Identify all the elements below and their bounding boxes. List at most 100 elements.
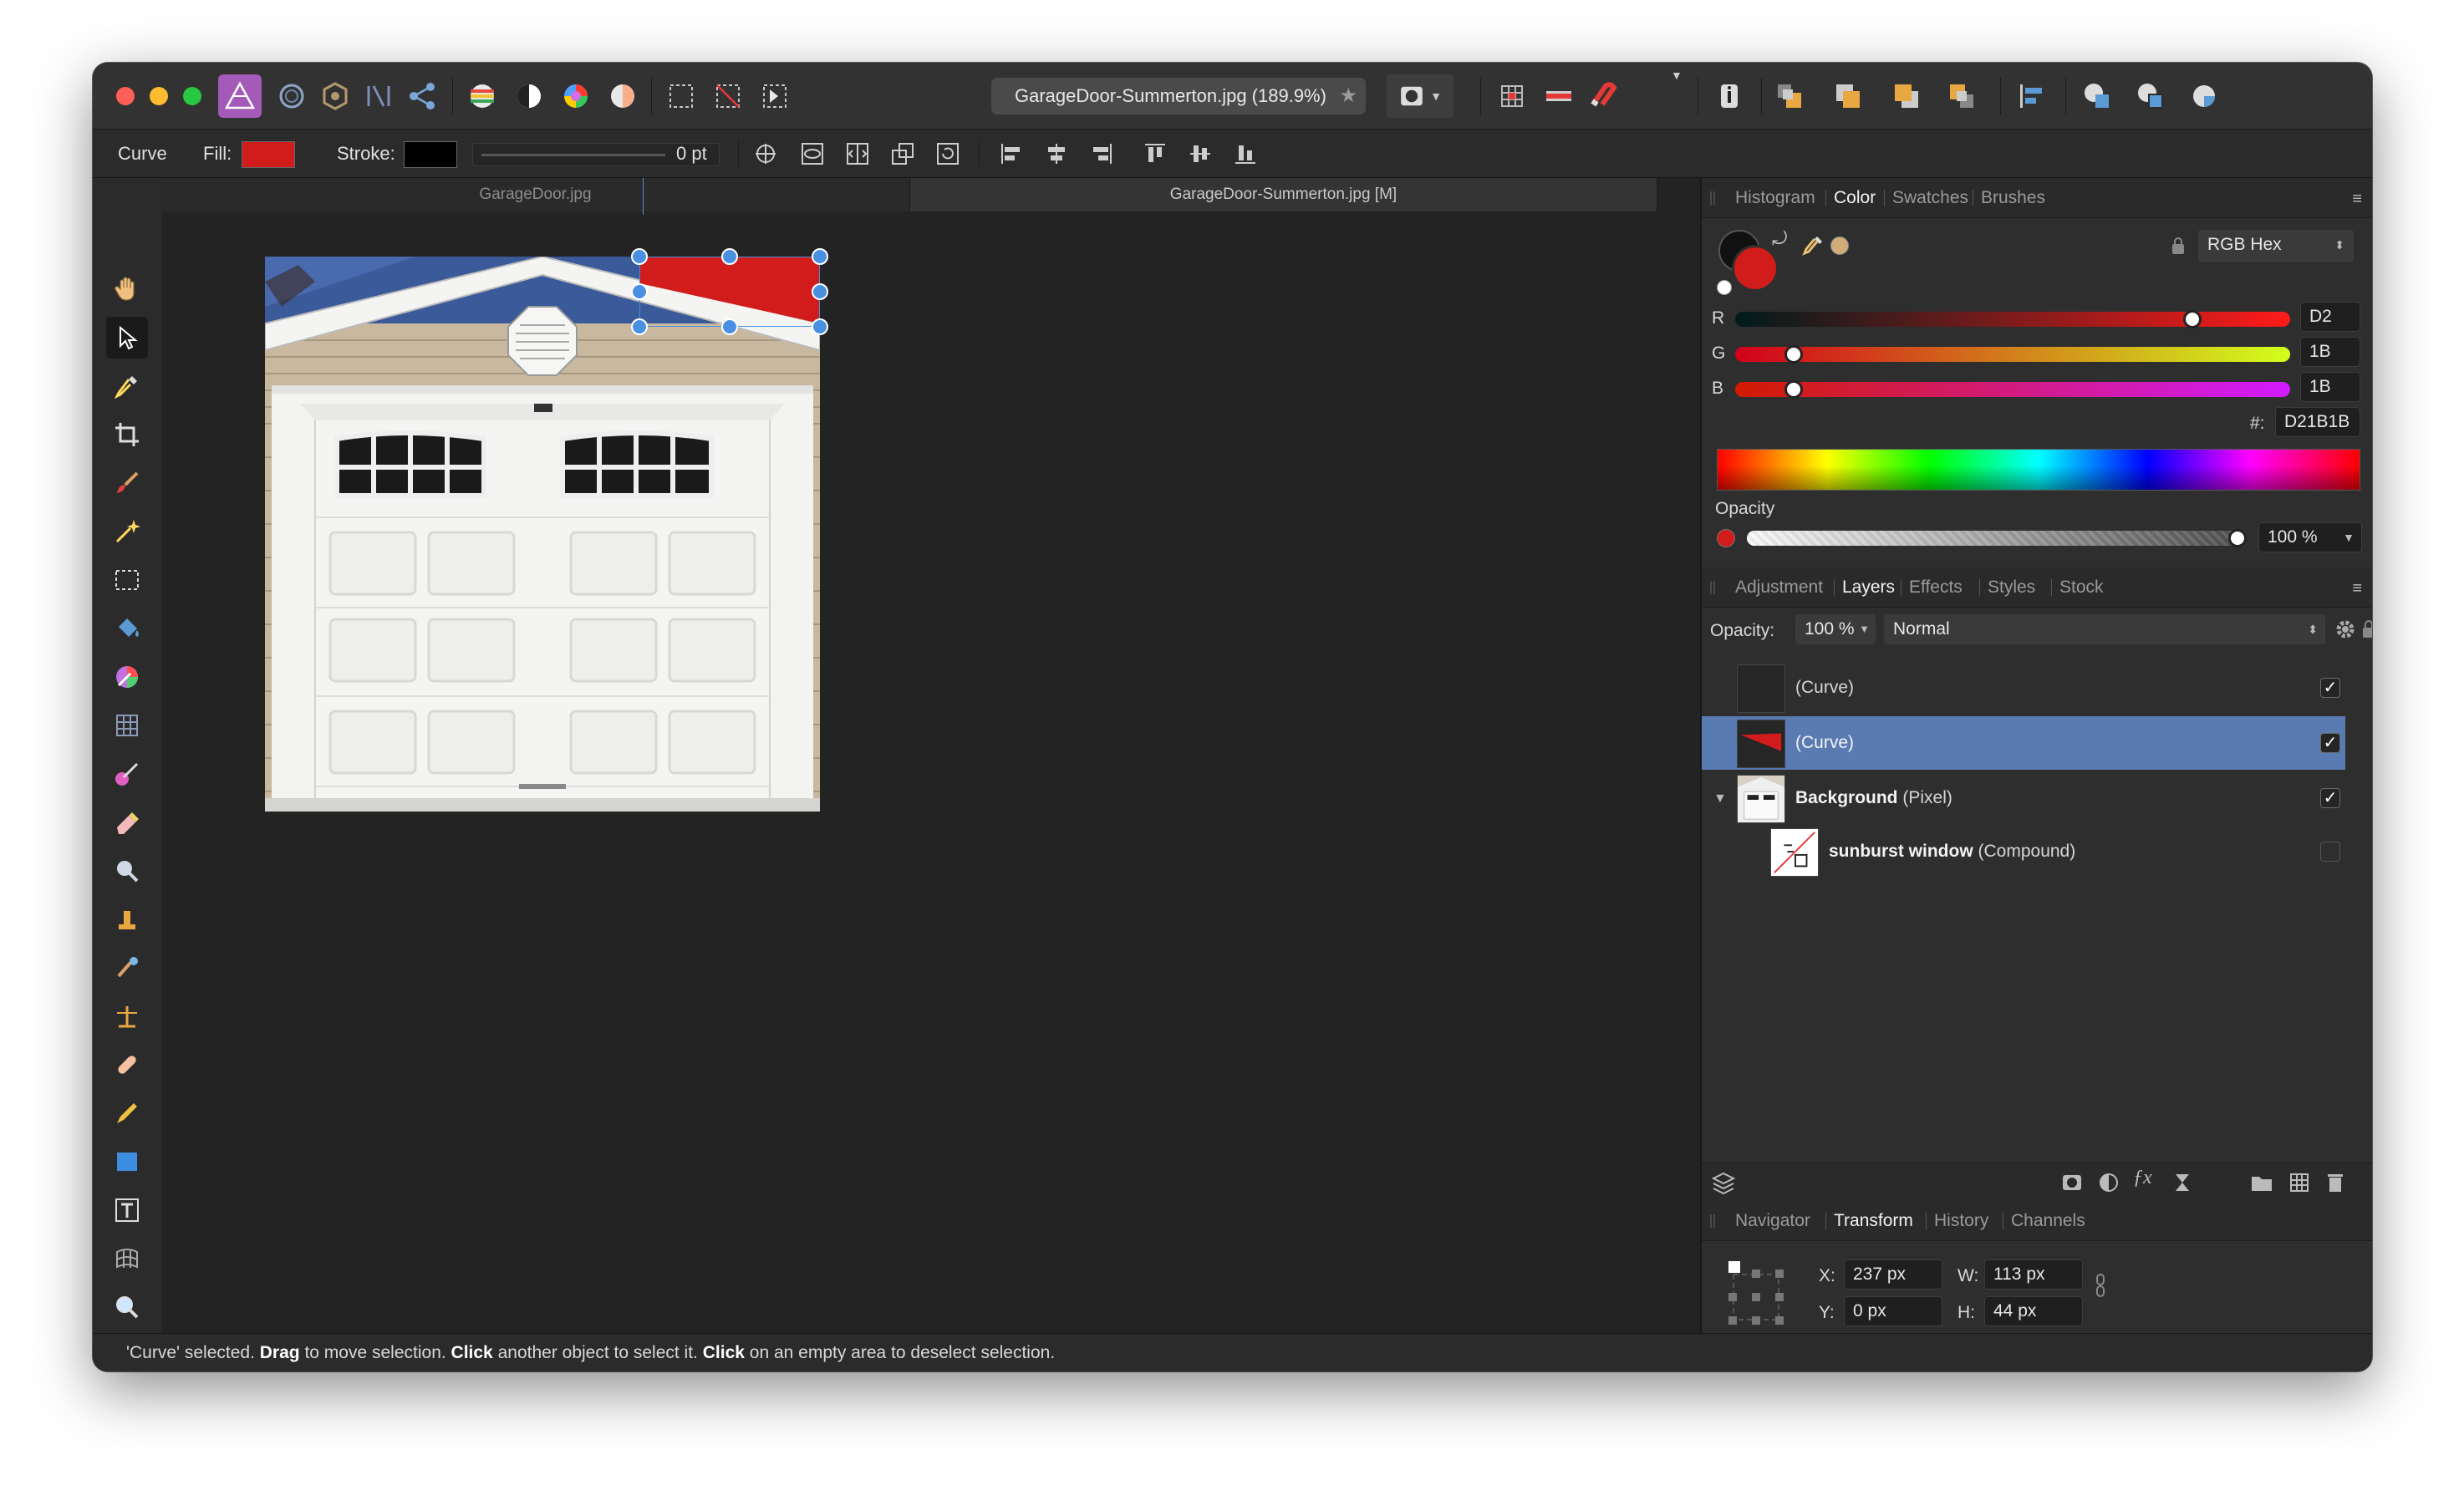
boolean-intersect-icon[interactable] (2182, 74, 2226, 118)
show-hide-icon[interactable] (797, 138, 828, 170)
align-top-icon[interactable] (1139, 138, 1171, 170)
boolean-subtract-icon[interactable] (2129, 74, 2172, 118)
snapping-magnet-icon[interactable] (1581, 74, 1624, 118)
blue-slider[interactable] (1735, 382, 2290, 397)
boolean-add-icon[interactable] (2075, 74, 2119, 118)
tab-navigator[interactable]: Navigator (1735, 1201, 1810, 1241)
opacity-value-field[interactable]: 100 % ▼ (2258, 522, 2362, 552)
blend-mode-select[interactable]: Normal ⬍ (1884, 614, 2325, 644)
mesh-warp-tool-icon[interactable] (106, 1238, 148, 1280)
clone-tool-icon[interactable] (106, 898, 148, 940)
y-field[interactable]: 0 px (1844, 1296, 1942, 1326)
selection-handle[interactable] (812, 283, 828, 300)
transform-origin-icon[interactable] (750, 138, 781, 170)
selection-bounding-box[interactable] (639, 257, 820, 327)
rectangle-tool-icon[interactable] (106, 1141, 148, 1183)
flood-fill-tool-icon[interactable] (106, 608, 148, 649)
panel-menu-icon[interactable]: ≡ (2352, 579, 2362, 598)
tone-mapping-persona-icon[interactable] (357, 74, 400, 118)
develop-persona-icon[interactable] (313, 74, 357, 118)
blue-value-field[interactable]: 1B (2300, 372, 2360, 402)
color-wheel-icon[interactable] (461, 74, 504, 118)
selection-brush-tool-icon[interactable] (106, 511, 148, 552)
smudge-tool-icon[interactable] (106, 753, 148, 795)
hand-tool-icon[interactable] (106, 268, 148, 310)
zoom-window-button[interactable] (183, 87, 201, 105)
layer-opacity-field[interactable]: 100 % ▼ (1795, 614, 1876, 644)
lock-icon[interactable] (2362, 619, 2372, 639)
selection-handle[interactable] (631, 248, 648, 265)
red-value-field[interactable]: D2 (2300, 302, 2360, 332)
align-right-icon[interactable] (1086, 138, 1117, 170)
gradient-tool-icon[interactable] (106, 656, 148, 698)
hex-value-field[interactable]: D21B1B (2275, 407, 2360, 437)
marquee-selection-icon[interactable] (659, 74, 703, 118)
primary-color-circle[interactable] (1732, 245, 1779, 292)
tab-channels[interactable]: Channels (2011, 1201, 2085, 1241)
flip-horizontal-icon[interactable] (842, 138, 873, 170)
info-icon[interactable] (1708, 74, 1751, 118)
anchor-point-selector[interactable] (1727, 1259, 1794, 1326)
panel-grip-icon[interactable] (1710, 191, 1715, 205)
invert-selection-icon[interactable] (753, 74, 797, 118)
snapping-dropdown-arrow[interactable]: ▼ (1671, 63, 1683, 99)
paint-brush-tool-icon[interactable] (106, 462, 148, 504)
selection-handle[interactable] (721, 248, 738, 265)
selection-handle[interactable] (631, 283, 648, 300)
panel-grip-icon[interactable] (1710, 1214, 1715, 1228)
color-mode-select[interactable]: RGB Hex ⬍ (2198, 230, 2354, 262)
selection-handle[interactable] (721, 318, 738, 335)
canvas-area[interactable]: GarageDoor.jpg GarageDoor-Summerton.jpg … (161, 178, 1700, 1333)
rectangular-marquee-tool-icon[interactable] (106, 559, 148, 601)
zoom-tool-icon[interactable] (106, 1286, 148, 1328)
white-balance-icon[interactable] (601, 74, 644, 118)
tab-color[interactable]: Color (1834, 178, 1876, 218)
quick-mask-dropdown[interactable]: ▼ (1387, 74, 1453, 118)
erase-tool-icon[interactable] (106, 801, 148, 843)
layer-visibility-checkbox[interactable] (2320, 842, 2340, 862)
move-tool-icon[interactable] (106, 317, 148, 359)
adjustment-layer-icon[interactable] (2098, 1172, 2120, 1193)
x-field[interactable]: 237 px (1844, 1259, 1942, 1290)
disclosure-triangle-icon[interactable]: ▼ (1713, 791, 1727, 807)
layer-visibility-checkbox[interactable]: ✓ (2320, 733, 2340, 753)
scale-icon[interactable] (887, 138, 919, 170)
move-to-front-icon[interactable] (1768, 74, 1811, 118)
layer-row[interactable]: sunburst window (Compound) (1702, 825, 2345, 878)
stroke-color-swatch[interactable] (404, 141, 457, 168)
fx-icon[interactable]: ƒx (2133, 1167, 2152, 1189)
w-field[interactable]: 113 px (1984, 1259, 2083, 1290)
color-picker-icon[interactable] (1802, 233, 1825, 257)
tab-stock[interactable]: Stock (2059, 567, 2104, 608)
mesh-tool-icon[interactable] (106, 705, 148, 746)
selection-handle[interactable] (812, 248, 828, 265)
document-tab-1[interactable]: GarageDoor.jpg (161, 178, 910, 211)
hsl-icon[interactable] (554, 74, 598, 118)
green-value-field[interactable]: 1B (2300, 337, 2360, 367)
gear-icon[interactable] (2334, 618, 2357, 641)
align-bottom-icon[interactable] (1229, 138, 1261, 170)
rotate-icon[interactable] (932, 138, 964, 170)
fill-color-swatch[interactable] (242, 141, 295, 168)
add-pixel-layer-icon[interactable] (2288, 1172, 2310, 1193)
deselect-icon[interactable] (706, 74, 750, 118)
minimize-window-button[interactable] (150, 87, 168, 105)
document-canvas[interactable] (265, 257, 820, 812)
pen-tool-icon[interactable] (106, 1092, 148, 1134)
move-forward-icon[interactable] (1826, 74, 1870, 118)
tab-history[interactable]: History (1934, 1201, 1988, 1241)
layer-row[interactable]: (Curve) ✓ (1702, 661, 2345, 715)
move-to-back-icon[interactable] (1940, 74, 1983, 118)
add-group-icon[interactable] (2250, 1172, 2273, 1193)
align-center-icon[interactable] (1041, 138, 1072, 170)
tab-effects[interactable]: Effects (1909, 567, 1963, 608)
green-slider[interactable] (1735, 347, 2290, 362)
red-slider-knob[interactable] (2183, 310, 2202, 328)
color-picker-tool-icon[interactable] (106, 365, 148, 407)
layer-visibility-checkbox[interactable]: ✓ (2320, 678, 2340, 698)
layer-stack-icon[interactable] (1710, 1170, 1737, 1195)
swap-colors-icon[interactable]: ⤾ (1772, 228, 1787, 250)
link-icon[interactable] (2095, 1273, 2106, 1298)
tab-adjustment[interactable]: Adjustment (1735, 567, 1823, 608)
document-title-tab[interactable]: GarageDoor-Summerton.jpg (189.9%) ★ (991, 78, 1366, 114)
